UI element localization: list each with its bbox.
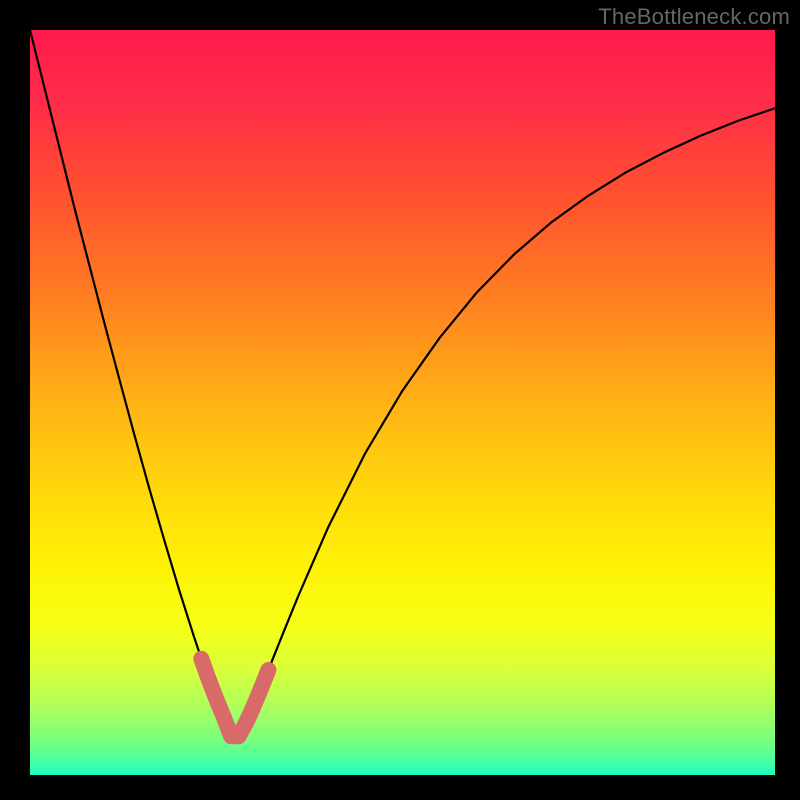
plot-area [30, 30, 775, 775]
chart-frame: TheBottleneck.com [0, 0, 800, 800]
gradient-background [30, 30, 775, 775]
bottleneck-chart-svg [30, 30, 775, 775]
watermark-text: TheBottleneck.com [598, 4, 790, 30]
